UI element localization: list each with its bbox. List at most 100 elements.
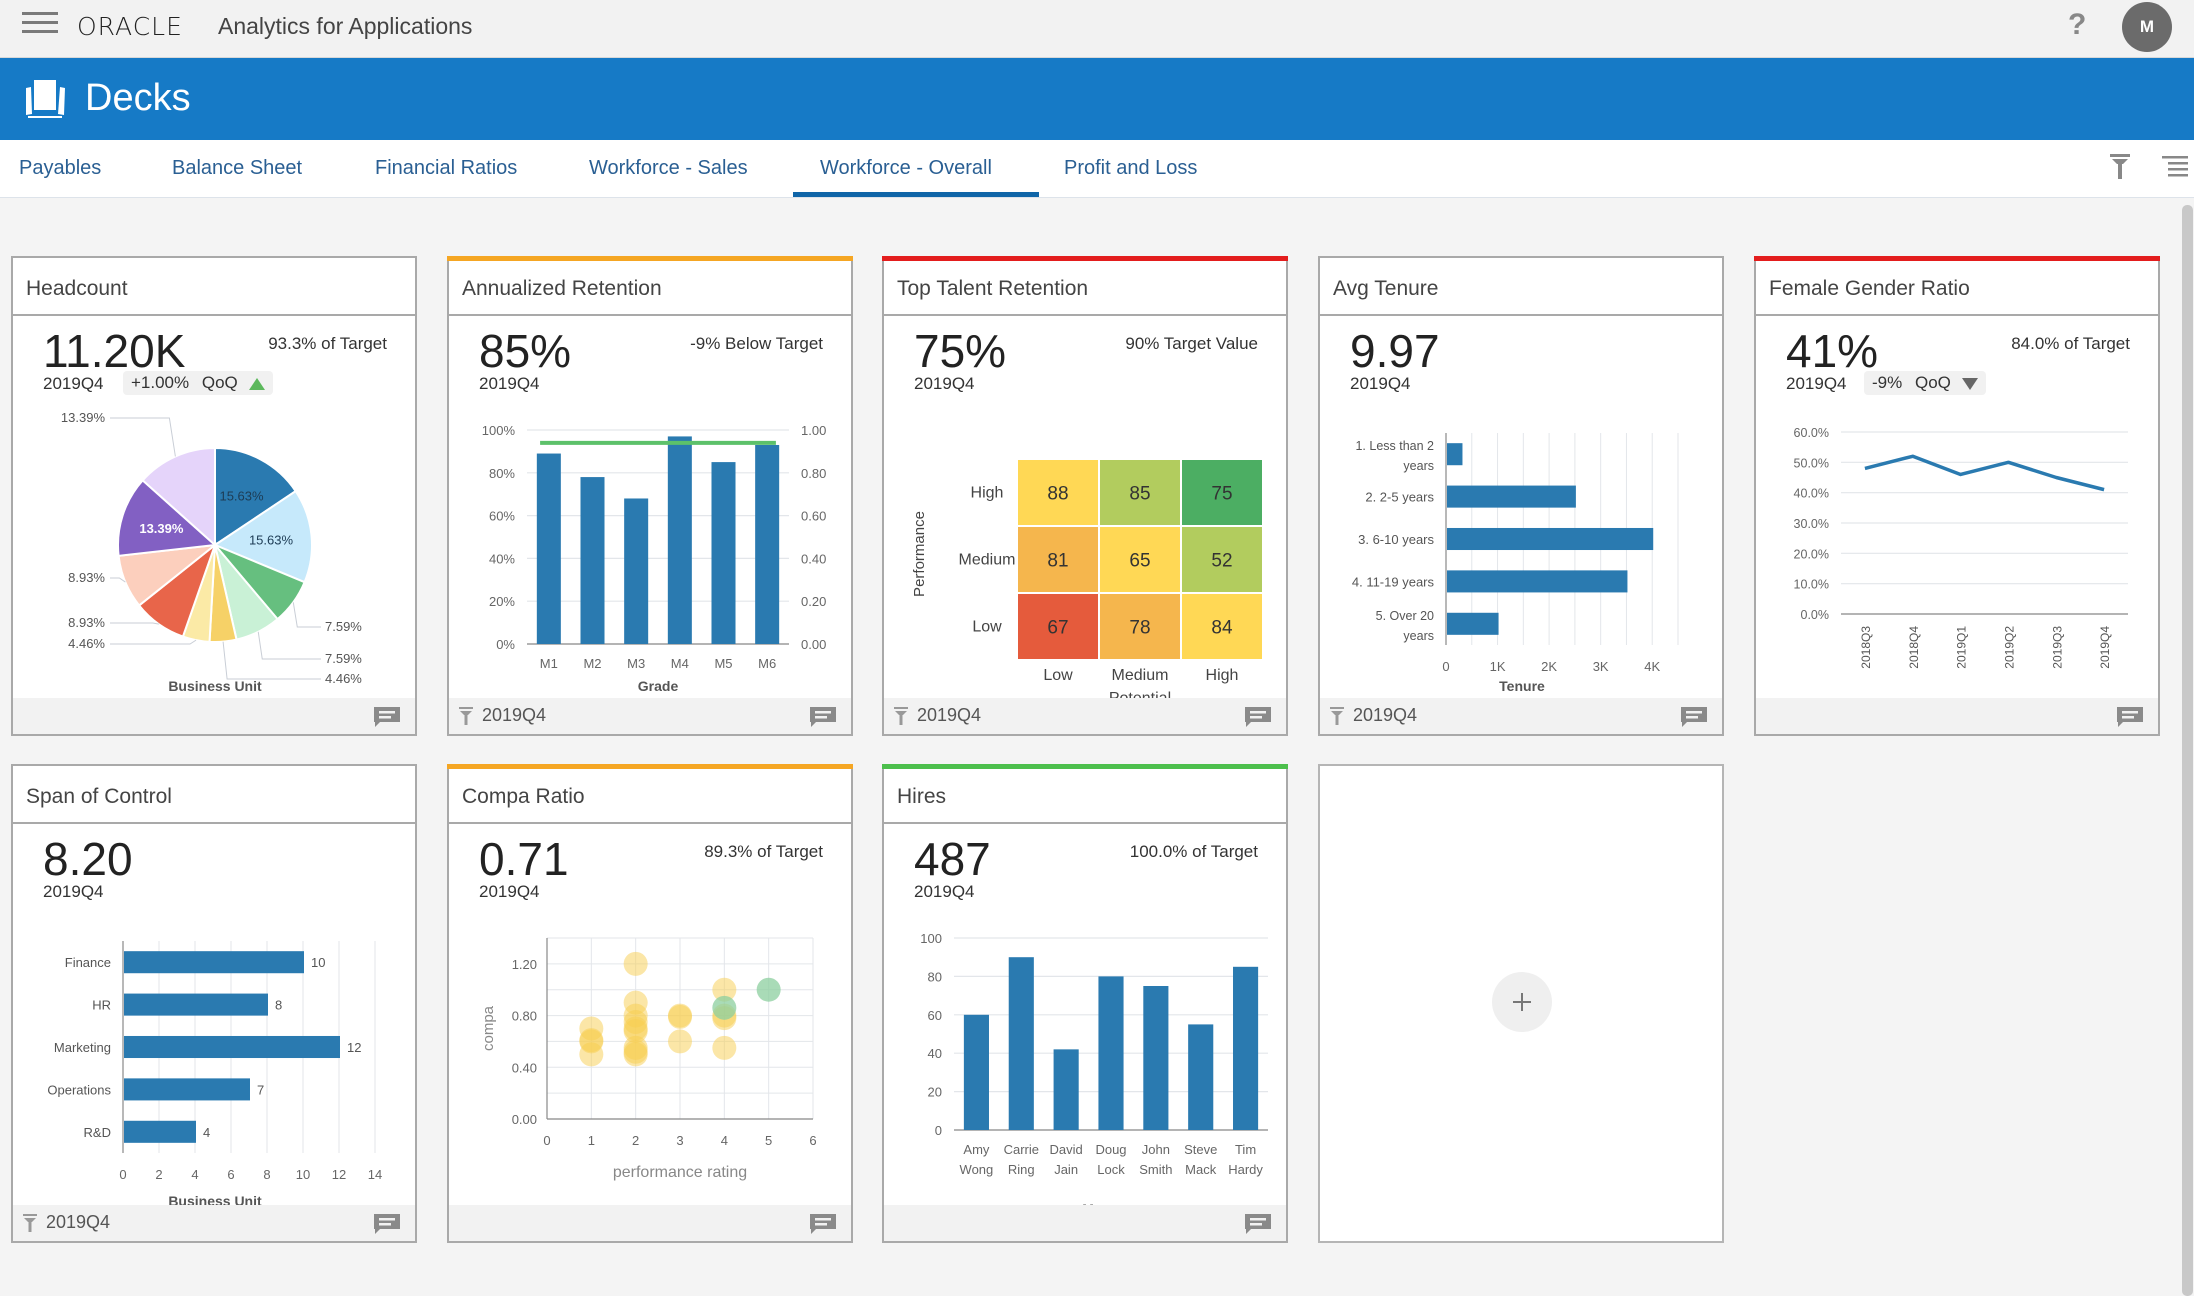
kpi-period: 2019Q4 [1786, 374, 1847, 393]
page-title: Decks [85, 77, 191, 119]
plus-icon[interactable] [1492, 972, 1552, 1032]
comment-icon[interactable] [2116, 706, 2144, 728]
filter-icon[interactable] [2109, 152, 2131, 180]
retention-bar-chart: 0% 0.00 20% 0.20 40% 0.40 60% 0.60 80% 0.80 100% 1.… [482, 423, 827, 694]
pie-slice-label: 13.39% [61, 410, 106, 425]
card-header: Span of Control [13, 766, 415, 824]
tab-financial-ratios[interactable]: Financial Ratios [375, 157, 517, 180]
scatter-point [756, 977, 781, 1002]
x-tick-label: 4 [721, 1133, 728, 1148]
comment-icon[interactable] [373, 706, 401, 728]
y2-tick-label: 0.20 [801, 594, 826, 609]
pie-leader-line [110, 417, 176, 457]
card-title[interactable]: Female Gender Ratio [1769, 277, 1970, 301]
filter-icon[interactable] [459, 707, 473, 725]
bar [124, 1120, 196, 1143]
kpi-value: 9.97 [1350, 325, 1440, 377]
card-header: Hires [884, 766, 1286, 824]
comment-icon[interactable] [373, 1213, 401, 1235]
footer-period: 2019Q4 [482, 705, 547, 725]
tab-payables[interactable]: Payables [19, 157, 101, 180]
col-label: High [1206, 667, 1239, 684]
pie-leader-line [257, 631, 321, 660]
vertical-scrollbar[interactable] [2182, 205, 2193, 1296]
x-tick-label: 4K [1644, 659, 1660, 674]
tab-profit-and-loss[interactable]: Profit and Loss [1064, 157, 1197, 180]
x-tick-label: Doug [1095, 1142, 1126, 1157]
bar [124, 1078, 250, 1101]
x-tick-label: 5 [765, 1133, 772, 1148]
filter-icon[interactable] [1330, 707, 1344, 725]
y-tick-label: 50.0% [1794, 456, 1829, 470]
scatter-point [668, 1029, 692, 1054]
y-tick-label: 0 [935, 1123, 942, 1138]
tab-balance-sheet[interactable]: Balance Sheet [172, 157, 302, 180]
card-avg-tenure[interactable]: Avg Tenure 9.97 2019Q4 0 1K 2K 3K 4K 1. Less … [1318, 256, 1724, 736]
card-female-gender-ratio[interactable]: Female Gender Ratio 41% 84.0% of Target … [1754, 256, 2160, 736]
heatmap-value: 88 [1047, 484, 1068, 505]
bar [124, 951, 304, 974]
comment-icon[interactable] [809, 1213, 837, 1235]
card-span-of-control[interactable]: Span of Control 8.20 2019Q4 0 2 4 6 8 10 12 14 1… [11, 764, 417, 1243]
y-tick-label: 40.0% [1794, 487, 1829, 501]
x-tick-label: Tim [1235, 1142, 1256, 1157]
kpi-period: 2019Q4 [1350, 374, 1411, 393]
card-header: Avg Tenure [1320, 258, 1722, 316]
y-tick-label: 30.0% [1794, 517, 1829, 531]
x-tick-label: M6 [758, 656, 776, 671]
kpi-value: 85% [479, 325, 572, 377]
help-icon[interactable]: ? [2068, 8, 2086, 42]
card-title[interactable]: Top Talent Retention [897, 277, 1088, 301]
comment-icon[interactable] [809, 706, 837, 728]
qoq-label: QoQ [1914, 373, 1951, 392]
card-title[interactable]: Hires [897, 785, 946, 809]
y-tick-label: 0.80 [512, 1009, 537, 1024]
comment-icon[interactable] [1680, 706, 1708, 728]
y-tick-label: 40% [489, 551, 515, 566]
qoq-change: +1.00% [131, 373, 190, 392]
comment-icon[interactable] [1244, 1213, 1272, 1235]
bar [1233, 966, 1259, 1130]
x-tick-label: M4 [671, 656, 689, 671]
y2-tick-label: 0.80 [801, 466, 826, 481]
card-hires[interactable]: Hires 487 100.0% of Target 2019Q4 0 20 40 6… [882, 764, 1288, 1243]
user-avatar[interactable]: M [2122, 2, 2172, 52]
y2-tick-label: 0.00 [801, 637, 826, 652]
y-tick-label: 100% [482, 423, 516, 438]
card-footer: 2019Q4 [1320, 698, 1722, 734]
y-tick-label: Marketing [54, 1040, 111, 1055]
tab-workforce-sales[interactable]: Workforce - Sales [589, 157, 748, 180]
filter-icon[interactable] [894, 707, 908, 725]
tab-workforce-overall[interactable]: Workforce - Overall [820, 157, 992, 180]
pie-leader-line [110, 639, 197, 645]
x-tick-label: 2 [632, 1133, 639, 1148]
card-top-talent-retention[interactable]: Top Talent Retention 75% 90% Target Valu… [882, 256, 1288, 736]
filter-icon[interactable] [23, 1214, 37, 1232]
deck-tabs: Payables Balance Sheet Financial Ratios … [0, 140, 2194, 198]
heatmap-value: 52 [1211, 551, 1232, 572]
row-label: High [971, 485, 1004, 502]
card-headcount[interactable]: Headcount 11.20K 93.3% of Target 2019Q4 … [11, 256, 417, 736]
compa-scatter-chart: 0.00 0.40 0.80 1.20 0 1 2 3 4 5 6 compa performance … [480, 937, 817, 1181]
card-title[interactable]: Span of Control [26, 785, 172, 809]
x-tick-label: M3 [627, 656, 645, 671]
scatter-point [712, 995, 737, 1020]
hamburger-menu-icon[interactable] [22, 12, 58, 36]
list-menu-icon[interactable] [2162, 156, 2188, 178]
x-tick-label: Steve [1184, 1142, 1217, 1157]
card-title[interactable]: Compa Ratio [462, 785, 585, 809]
comment-icon[interactable] [1244, 706, 1272, 728]
card-title[interactable]: Headcount [26, 277, 128, 301]
x-tick-label: John [1142, 1142, 1170, 1157]
x-axis-title: Grade [638, 678, 679, 694]
x-tick-label: 2018Q4 [1907, 626, 1921, 669]
card-footer [13, 698, 415, 734]
card-annualized-retention[interactable]: Annualized Retention 85% -9% Below Targe… [447, 256, 853, 736]
bar-value-label: 7 [257, 1082, 264, 1097]
card-title[interactable]: Annualized Retention [462, 277, 662, 301]
y-tick-label: 1.20 [512, 957, 537, 972]
card-title[interactable]: Avg Tenure [1333, 277, 1438, 301]
bar [1053, 1049, 1079, 1130]
oracle-logo: ORACLE [77, 12, 183, 41]
card-compa-ratio[interactable]: Compa Ratio 0.71 89.3% of Target 2019Q4 … [447, 764, 853, 1243]
